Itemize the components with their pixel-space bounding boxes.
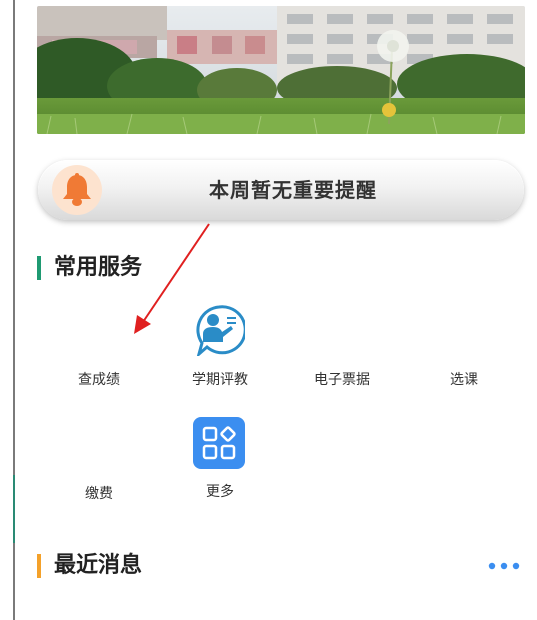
more-dots-icon[interactable]	[486, 560, 522, 572]
news-section-title: 最近消息	[37, 550, 142, 582]
section-accent-bar	[37, 256, 41, 280]
services-section-title: 常用服务	[37, 252, 142, 284]
section-accent-bar	[37, 554, 41, 578]
more-services-icon[interactable]	[193, 417, 245, 469]
campus-banner-image[interactable]	[37, 6, 525, 134]
mobile-page: 本周暂无重要提醒 常用服务 查成绩 学期评教 电子票据 选课 缴费 更多 最近消…	[0, 0, 537, 620]
service-item-more[interactable]: 更多	[165, 481, 275, 501]
weekly-notice-bar[interactable]: 本周暂无重要提醒	[38, 160, 524, 220]
apps-icon	[193, 417, 245, 469]
notice-text: 本周暂无重要提醒	[209, 178, 377, 202]
left-border-accent	[13, 475, 15, 543]
service-item-course-selection[interactable]: 选课	[409, 369, 519, 389]
arrow-head	[134, 315, 151, 334]
service-item-grades[interactable]: 查成绩	[44, 369, 154, 389]
campus-photo	[37, 6, 525, 134]
services-title-text: 常用服务	[54, 255, 143, 280]
teacher-evaluation-icon[interactable]	[193, 304, 247, 359]
service-item-e-invoice[interactable]: 电子票据	[287, 369, 397, 389]
service-item-teaching-evaluation[interactable]: 学期评教	[165, 369, 275, 389]
service-item-payment[interactable]: 缴费	[44, 483, 154, 503]
news-title-text: 最近消息	[54, 553, 143, 578]
teacher-icon	[196, 305, 247, 359]
